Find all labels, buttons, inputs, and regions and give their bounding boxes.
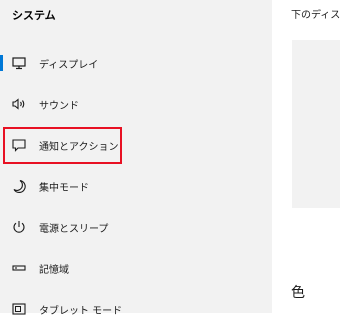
monitor-icon — [11, 55, 27, 71]
sidebar-item-label: ディスプレイ — [39, 60, 99, 71]
display-preview-area[interactable] — [292, 40, 340, 208]
main-content: 下のディス 色 — [272, 0, 340, 313]
sidebar-item-label: 記憶域 — [39, 265, 69, 276]
storage-icon — [11, 260, 27, 276]
sidebar-item-label: 集中モード — [39, 183, 89, 194]
annotation-highlight-box — [3, 127, 122, 164]
sidebar-item-sound[interactable]: サウンド — [0, 84, 272, 124]
sidebar-item-focus-assist[interactable]: 集中モード — [0, 166, 272, 206]
sidebar-item-label: 電源とスリープ — [39, 224, 109, 235]
color-section-heading: 色 — [291, 285, 305, 301]
selected-indicator — [0, 55, 3, 71]
sidebar-item-label: サウンド — [39, 101, 79, 112]
sidebar-item-tablet-mode[interactable]: タブレット モード — [0, 289, 272, 329]
tablet-icon — [11, 301, 27, 317]
power-icon — [11, 219, 27, 235]
main-description-text: 下のディス — [291, 10, 340, 21]
sidebar-item-label: タブレット モード — [39, 306, 123, 317]
sidebar-item-power-sleep[interactable]: 電源とスリープ — [0, 207, 272, 247]
settings-sidebar: システム ディスプレイ サウンド 通知とアクション 集中モード 電源とスリープ … — [0, 0, 272, 317]
sidebar-section-title: システム — [12, 9, 56, 22]
speaker-icon — [11, 96, 27, 112]
sidebar-item-storage[interactable]: 記憶域 — [0, 248, 272, 288]
moon-icon — [11, 178, 27, 194]
sidebar-item-display[interactable]: ディスプレイ — [0, 43, 272, 83]
